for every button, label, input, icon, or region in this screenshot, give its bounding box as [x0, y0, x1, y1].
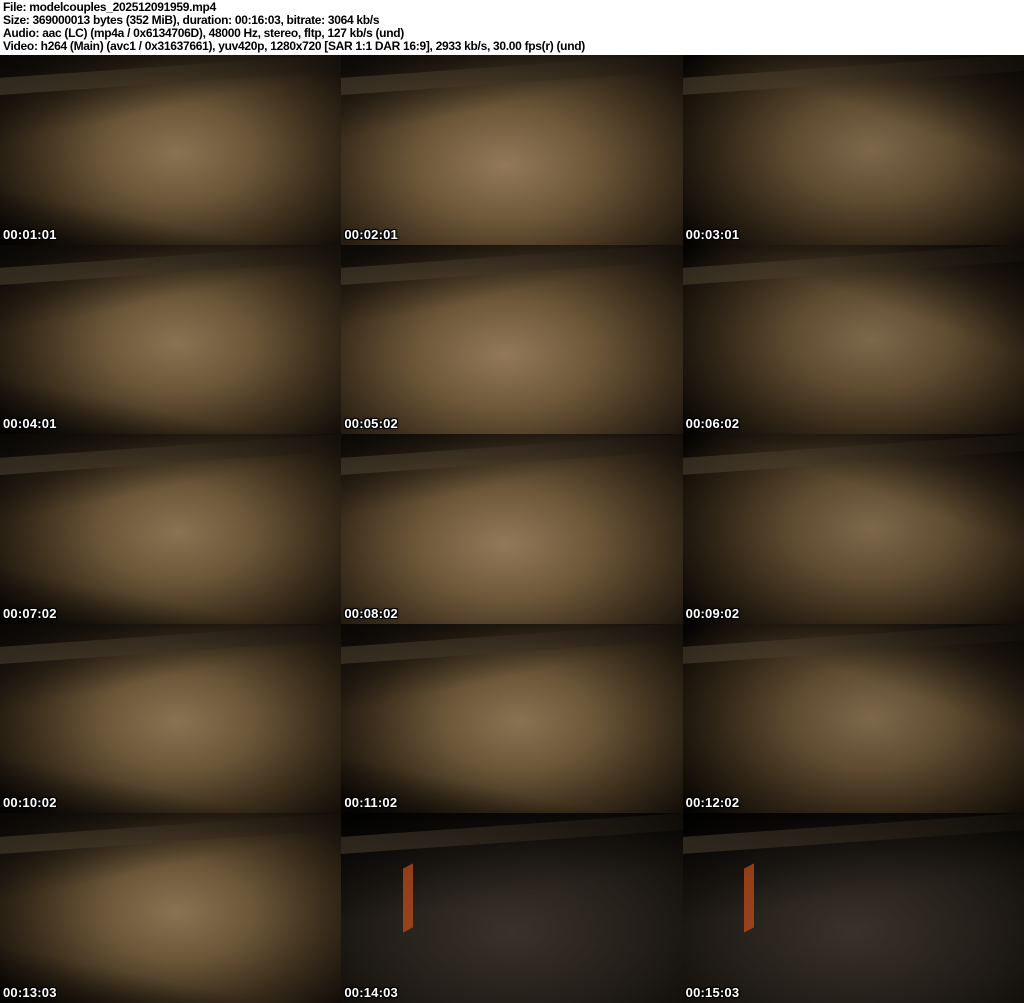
video-contact-sheet: File: modelcouples_202512091959.mp4 Size…: [0, 0, 1024, 1003]
video-frame-thumbnail: 00:14:03: [341, 813, 683, 1003]
frame-timestamp: 00:14:03: [344, 985, 398, 1000]
frame-timestamp: 00:02:01: [344, 226, 398, 242]
frame-timestamp: 00:03:01: [685, 226, 740, 242]
video-frame-thumbnail: 00:15:03: [682, 813, 1024, 1003]
video-frame-thumbnail: 00:11:02: [341, 623, 683, 814]
video-frame-thumbnail: 00:06:02: [682, 244, 1024, 435]
metadata-header: File: modelcouples_202512091959.mp4 Size…: [0, 0, 1024, 55]
frame-timestamp: 00:08:02: [344, 605, 398, 621]
video-frame-thumbnail: 00:07:02: [0, 434, 342, 624]
frame-timestamp: 00:07:02: [3, 605, 57, 621]
frame-timestamp: 00:04:01: [3, 416, 57, 432]
frame-timestamp: 00:12:02: [685, 795, 740, 811]
metadata-video-line: Video: h264 (Main) (avc1 / 0x31637661), …: [3, 39, 585, 53]
frame-timestamp: 00:11:02: [344, 795, 398, 811]
video-frame-thumbnail: 00:03:01: [682, 55, 1024, 245]
frame-timestamp: 00:13:03: [3, 985, 57, 1000]
video-frame-thumbnail: 00:05:02: [341, 244, 683, 435]
video-frame-thumbnail: 00:13:03: [0, 813, 342, 1003]
frame-timestamp: 00:05:02: [344, 416, 398, 432]
video-frame-thumbnail: 00:01:01: [0, 55, 342, 245]
frame-timestamp: 00:10:02: [3, 795, 57, 811]
frame-timestamp: 00:09:02: [685, 605, 740, 621]
video-frame-thumbnail: 00:10:02: [0, 623, 342, 814]
video-frame-thumbnail: 00:04:01: [0, 244, 342, 435]
video-frame-thumbnail: 00:02:01: [341, 55, 683, 245]
frame-timestamp: 00:06:02: [685, 416, 740, 432]
frame-timestamp: 00:01:01: [3, 226, 57, 242]
video-frame-thumbnail: 00:09:02: [682, 434, 1024, 624]
video-frame-thumbnail: 00:08:02: [341, 434, 683, 624]
thumbnail-grid: 00:01:01 00:02:01 00:03:01 00:04:01 00:05:02…: [0, 55, 1024, 1003]
frame-timestamp: 00:15:03: [685, 985, 740, 1000]
video-frame-thumbnail: 00:12:02: [682, 623, 1024, 814]
